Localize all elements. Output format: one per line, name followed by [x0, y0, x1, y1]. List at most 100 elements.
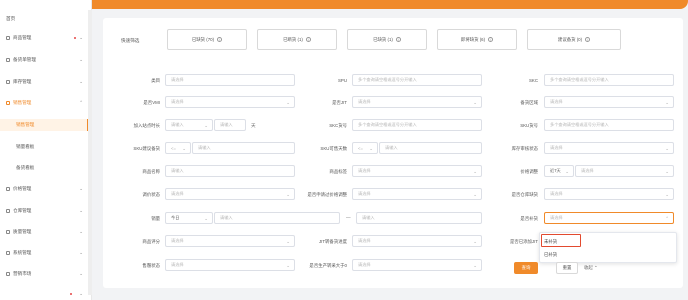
price-adjust-applied-select[interactable]: 请选择 ⌄ — [352, 188, 482, 200]
sales-min-input[interactable]: 请输入 — [214, 212, 340, 224]
site-duration-max-input[interactable]: 请输入 — [214, 119, 246, 131]
sidebar-item-label: 仓库管理 — [13, 208, 32, 213]
sidebar: 首页 商品管理 ⌄ 备货单管理 ⌄ 库存管理 ⌄ 销售管理 ⌃ 销售管理 销量看… — [0, 0, 92, 300]
sidebar-subitem-stock-board[interactable]: 备货看板 — [6, 162, 86, 174]
warehouse-shortage-select[interactable]: 请选择 ⌄ — [544, 188, 674, 200]
jit-progress-select[interactable]: 请选择 ⌄ — [352, 235, 482, 247]
reset-button[interactable]: 重置 — [556, 262, 578, 274]
chevron-down-icon: ⌄ — [79, 229, 83, 234]
sidebar-item-home[interactable]: 首页 — [6, 13, 86, 25]
sidebar-item-sales[interactable]: 销售管理 ⌃ — [6, 97, 86, 109]
box-icon — [6, 36, 10, 40]
chevron-down-icon: ⌄ — [204, 216, 208, 221]
price-status-label: 调价状态 — [142, 192, 160, 197]
skc-code-input[interactable]: 多个查询请空格或逗号分开输入 — [352, 119, 482, 131]
spu-label: SPU — [337, 78, 347, 83]
category-label: 类目 — [151, 78, 160, 83]
sidebar-item-label: 备货单管理 — [13, 57, 36, 62]
megaphone-icon — [6, 272, 10, 276]
sidebar-item-more[interactable]: ⌄ — [6, 288, 86, 300]
placeholder: 请输入 — [171, 168, 184, 173]
sku-code-input[interactable]: 多个查询请空格或逗号分开输入 — [544, 119, 674, 131]
quick-filter-discontinued[interactable]: 已断货 (1) i — [257, 29, 337, 50]
product-rating-select[interactable]: 请选择 ⌄ — [165, 235, 295, 247]
sidebar-item-pricing[interactable]: 价格管理 ⌄ — [6, 183, 86, 195]
sidebar-item-stock-orders[interactable]: 备货单管理 ⌄ — [6, 54, 86, 66]
quick-filter-short[interactable]: 已缺货 (1) i — [347, 29, 427, 50]
product-tag-select[interactable]: 请选择 ⌄ — [352, 165, 482, 177]
info-icon: i — [395, 37, 401, 42]
stock-region-select[interactable]: 请选择 ⌄ — [544, 96, 674, 108]
sidebar-item-label: 备货看板 — [16, 165, 35, 170]
gear-icon — [6, 251, 10, 255]
price-status-select[interactable]: 请选择 ⌄ — [165, 188, 295, 200]
chevron-down-icon: ⌄ — [665, 146, 669, 151]
placeholder: 请选择 — [171, 238, 184, 243]
chevron-down-icon: ⌄ — [665, 192, 669, 197]
operator-value: <= — [358, 145, 363, 151]
sales-period-select[interactable]: 今日 ⌄ — [165, 212, 213, 224]
price-adjust-select[interactable]: 请选择 ⌄ — [575, 165, 674, 177]
chevron-down-icon: ⌄ — [79, 186, 83, 191]
spu-input[interactable]: 多个查询请空格或逗号分开输入 — [352, 74, 482, 86]
sku-suggest-stock-operator[interactable]: <= ⌄ — [165, 142, 191, 154]
sidebar-subitem-sales-board[interactable]: 销量看板 — [6, 141, 86, 153]
sidebar-item-system[interactable]: 系统管理 ⌄ — [6, 247, 86, 259]
sidebar-item-label: 商品管理 — [13, 35, 32, 40]
sidebar-item-label: 系统管理 — [13, 250, 32, 255]
sales-max-input[interactable]: 请输入 — [356, 212, 482, 224]
restock-select[interactable]: 请选择 ⌃ — [544, 212, 674, 224]
sku-sellable-days-input[interactable]: 请输入 — [379, 142, 482, 154]
highlight-box — [541, 234, 581, 247]
vmi-select[interactable]: 请选择 ⌄ — [165, 96, 295, 108]
quick-filter-label: 快速筛选 — [121, 38, 140, 43]
category-select[interactable]: 请选择 — [165, 74, 295, 86]
sidebar-item-quality[interactable]: 质量管理 ⌄ — [6, 226, 86, 238]
sidebar-item-warehouse[interactable]: 仓库管理 ⌄ — [6, 205, 86, 217]
sidebar-item-products[interactable]: 商品管理 ⌄ — [6, 32, 86, 44]
chevron-down-icon: ⌄ — [565, 169, 569, 174]
chevron-down-icon: ⌄ — [665, 169, 669, 174]
sidebar-item-inventory[interactable]: 库存管理 ⌄ — [6, 76, 86, 88]
production-transfer-select[interactable]: 请选择 ⌄ — [352, 259, 482, 271]
sidebar-item-label: 营销市场 — [13, 271, 32, 276]
product-name-input[interactable]: 请输入 — [165, 165, 295, 177]
chevron-down-icon: ⌄ — [79, 250, 83, 255]
placeholder: 请输入 — [198, 145, 211, 150]
sku-code-label: SKU货号 — [520, 123, 538, 128]
dropdown-option-restocked[interactable]: 已补货 — [544, 252, 557, 258]
sidebar-item-marketing[interactable]: 营销市场 ⌄ — [6, 268, 86, 280]
restock-label: 是否补货 — [520, 216, 538, 221]
site-duration-min-input[interactable]: 请输入 ⌄ — [165, 119, 213, 131]
placeholder: 请选择 — [358, 191, 371, 196]
quick-filter-soon-short[interactable]: 即将缺货 (6) i — [437, 29, 517, 50]
vmi-label: 是否VMI — [143, 100, 160, 105]
skc-input[interactable]: 多个查询请空格或逗号分开输入 — [544, 74, 674, 86]
info-icon: i — [217, 37, 223, 42]
stock-region-label: 备货区域 — [520, 100, 538, 105]
skc-code-label: SKC货号 — [329, 123, 347, 128]
sidebar-item-label: 首页 — [6, 16, 16, 21]
warehouse-icon — [6, 80, 10, 84]
placeholder: 请选择 — [171, 191, 184, 196]
sidebar-subitem-sales-management[interactable]: 销售管理 — [0, 119, 88, 131]
sales-volume-label: 销量 — [151, 216, 160, 221]
quick-filter-suggest-stock[interactable]: 建议备货 (0) i — [527, 29, 621, 50]
search-button[interactable]: 查询 — [514, 262, 538, 274]
building-icon — [6, 209, 10, 213]
chevron-down-icon: ⌄ — [182, 146, 186, 151]
sidebar-scrollbar[interactable] — [88, 10, 92, 295]
sellout-status-select[interactable]: 请选择 ⌄ — [165, 259, 295, 271]
sku-sellable-days-operator[interactable]: <= ⌄ — [352, 142, 378, 154]
sku-suggest-stock-input[interactable]: 请输入 — [192, 142, 295, 154]
quick-filter-out-of-stock[interactable]: 已缺货 (70) i — [167, 29, 247, 50]
inventory-audit-select[interactable]: 请选择 ⌄ — [544, 142, 674, 154]
collapse-toggle[interactable]: 收起 ⌃ — [584, 265, 598, 271]
product-name-label: 商品名称 — [142, 169, 160, 174]
price-adjust-period-select[interactable]: 近7天 ⌄ — [544, 165, 574, 177]
unit-days: 天 — [251, 123, 256, 128]
jit-select[interactable]: 请选择 ⌄ — [352, 96, 482, 108]
placeholder: 请选择 — [358, 168, 371, 173]
chevron-down-icon: ⌄ — [79, 208, 83, 213]
chevron-up-icon: ⌃ — [594, 265, 598, 270]
